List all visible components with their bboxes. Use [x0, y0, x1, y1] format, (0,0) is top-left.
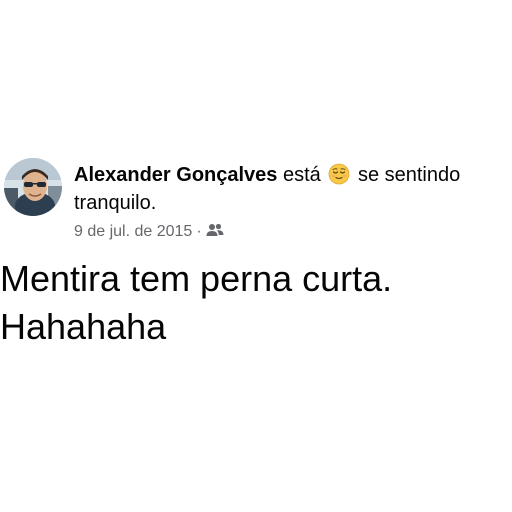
friends-icon[interactable]: [206, 222, 224, 236]
feeling-word: tranquilo.: [74, 192, 157, 214]
feeling-suffix: se sentindo: [357, 164, 461, 186]
post-text-line: Hahahaha: [0, 306, 167, 347]
post-date[interactable]: 9 de jul. de 2015: [74, 223, 192, 240]
post-body: Mentira tem perna curta. Hahahaha: [0, 255, 510, 351]
avatar[interactable]: [4, 158, 62, 216]
profile-photo: [4, 158, 62, 216]
post-meta: 9 de jul. de 2015 ·: [74, 221, 224, 243]
meta-separator: ·: [196, 223, 202, 240]
feeling-prefix: está: [283, 164, 321, 186]
author-name[interactable]: Alexander Gonçalves: [74, 164, 277, 186]
facebook-post: Alexander Gonçalves está se sentindo tra…: [0, 0, 512, 512]
relieved-face-icon: [328, 163, 350, 185]
post-header: Alexander Gonçalves está se sentindo tra…: [74, 161, 512, 217]
post-text-line: Mentira tem perna curta.: [0, 258, 393, 299]
